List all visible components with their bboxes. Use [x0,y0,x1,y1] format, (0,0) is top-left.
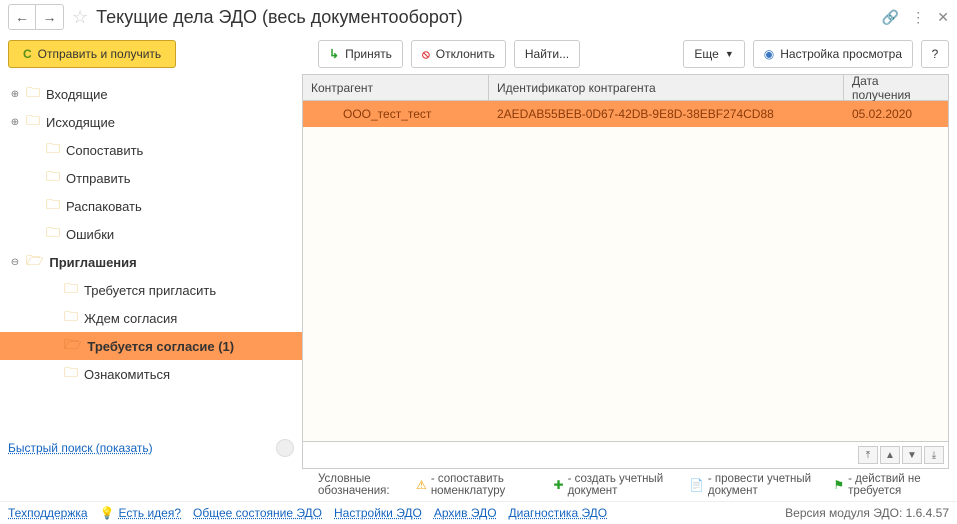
tree-item-need-consent[interactable]: · 🗁 Требуется согласие (1) [0,332,302,360]
reject-icon: ⦸ [422,47,430,62]
idea-link[interactable]: Есть идея? [119,506,182,520]
legend-label: Условные обозначения: [318,473,410,497]
reject-label: Отклонить [436,47,495,61]
folder-icon: 🗀 [46,222,60,246]
favorite-star-icon[interactable]: ☆ [72,7,88,28]
tree-item-inbox[interactable]: ⊕ 🗀 Входящие [0,80,302,108]
grid-header: Контрагент Идентификатор контрагента Дат… [303,75,948,101]
send-receive-button[interactable]: С Отправить и получить [8,40,176,68]
folder-open-icon: 🗁 [26,250,43,274]
tree-item-outbox[interactable]: ⊕ 🗀 Исходящие [0,108,302,136]
flag-icon: ⚑ [833,478,844,492]
folder-open-icon: 🗁 [64,334,81,358]
legend-warn: - сопоставить номенклатуру [431,473,536,497]
folder-icon: 🗀 [64,306,78,330]
cell-identifier: 2AEDAB55BEB-0D67-42DB-9E8D-38EBF274CD88 [489,101,844,127]
view-settings-label: Настройка просмотра [780,47,902,61]
more-label: Еще [694,47,718,61]
tree-item-review[interactable]: · 🗀 Ознакомиться [0,360,302,388]
folder-icon: 🗀 [46,138,60,162]
document-icon: 📄 [689,478,704,492]
expand-icon[interactable]: ⊕ [8,117,22,128]
more-button[interactable]: Еще ▼ [683,40,744,68]
version-label: Версия модуля ЭДО: 1.6.4.57 [785,506,949,520]
grid-down-button[interactable]: ▼ [902,446,922,464]
folder-icon: 🗀 [46,166,60,190]
nav-forward-button[interactable]: → [36,4,64,30]
reject-button[interactable]: ⦸ Отклонить [411,40,506,68]
warning-icon: ⚠ [416,478,427,492]
folder-icon: 🗀 [64,278,78,302]
find-label: Найти... [525,47,569,61]
quick-search-link[interactable]: Быстрый поиск (показать) [8,441,153,455]
tree-item-send[interactable]: · 🗀 Отправить [0,164,302,192]
edo-diagnostics-link[interactable]: Диагностика ЭДО [509,506,608,520]
tree-item-need-invite[interactable]: · 🗀 Требуется пригласить [0,276,302,304]
legend-flag: - действий не требуется [848,473,937,497]
accept-label: Принять [345,47,392,61]
support-link[interactable]: Техподдержка [8,506,88,520]
overall-state-link[interactable]: Общее состояние ЭДО [193,506,322,520]
settings-icon: ◉ [764,47,774,61]
tree-item-wait-consent[interactable]: · 🗀 Ждем согласия [0,304,302,332]
tree-item-unpack[interactable]: · 🗀 Распаковать [0,192,302,220]
accept-button[interactable]: ↳ Принять [318,40,403,68]
expand-icon[interactable]: ⊕ [8,89,22,100]
grid-up-button[interactable]: ▲ [880,446,900,464]
view-settings-button[interactable]: ◉ Настройка просмотра [753,40,913,68]
help-label: ? [932,47,939,61]
folder-icon: 🗀 [26,110,40,134]
collapse-icon[interactable]: ⊖ [8,257,22,268]
folder-icon: 🗀 [64,362,78,386]
grid-nav: ⤒ ▲ ▼ ⤓ [303,441,948,468]
loading-icon [276,439,294,457]
bulb-icon: 💡 [100,506,115,520]
edo-settings-link[interactable]: Настройки ЭДО [334,506,422,520]
legend-bar: Условные обозначения: ⚠ - сопоставить но… [310,469,957,501]
grid: Контрагент Идентификатор контрагента Дат… [302,74,949,469]
grid-row[interactable]: ООО_тест_тест 2AEDAB55BEB-0D67-42DB-9E8D… [303,101,948,127]
refresh-icon: С [23,47,32,61]
column-identifier[interactable]: Идентификатор контрагента [489,75,844,100]
send-receive-label: Отправить и получить [38,47,162,61]
tree-item-errors[interactable]: · 🗀 Ошибки [0,220,302,248]
folder-icon: 🗀 [46,194,60,218]
chevron-down-icon: ▼ [725,49,734,59]
link-icon[interactable]: 🔗 [882,9,899,26]
tree-item-invitations[interactable]: ⊖ 🗁 Приглашения [0,248,302,276]
legend-doc: - провести учетный документ [708,473,815,497]
tree-item-compare[interactable]: · 🗀 Сопоставить [0,136,302,164]
help-button[interactable]: ? [921,40,949,68]
grid-first-button[interactable]: ⤒ [858,446,878,464]
legend-plus: - создать учетный документ [568,473,671,497]
cell-counterparty: ООО_тест_тест [303,101,489,127]
column-date[interactable]: Дата получения [844,75,948,100]
edo-archive-link[interactable]: Архив ЭДО [434,506,497,520]
folder-icon: 🗀 [26,82,40,106]
nav-back-button[interactable]: ← [8,4,36,30]
grid-last-button[interactable]: ⤓ [924,446,944,464]
plus-icon: ✚ [554,478,564,492]
cell-date: 05.02.2020 [844,101,948,127]
more-menu-icon[interactable]: ⋮ [911,9,925,26]
close-icon[interactable]: ✕ [937,9,949,26]
find-button[interactable]: Найти... [514,40,580,68]
sidebar: ⊕ 🗀 Входящие ⊕ 🗀 Исходящие · 🗀 Сопостави… [0,74,302,469]
accept-icon: ↳ [329,47,339,61]
column-counterparty[interactable]: Контрагент [303,75,489,100]
page-title: Текущие дела ЭДО (весь документооборот) [96,7,463,28]
